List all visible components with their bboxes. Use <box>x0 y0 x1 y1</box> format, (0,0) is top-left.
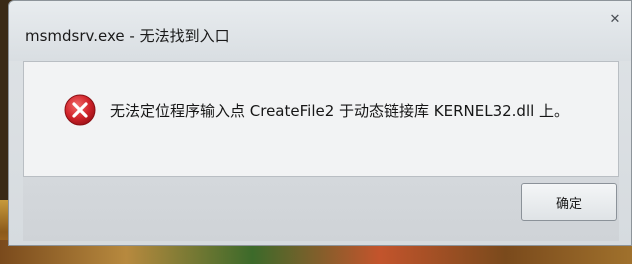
error-icon <box>64 94 96 126</box>
close-button[interactable]: ✕ <box>597 9 632 29</box>
error-dialog-window: msmdsrv.exe - 无法找到入口 ✕ 无法定位程序输入点 CreateF… <box>8 0 632 246</box>
dialog-footer: 确定 <box>23 177 619 241</box>
window-title: msmdsrv.exe - 无法找到入口 <box>25 27 230 45</box>
close-icon: ✕ <box>609 11 621 27</box>
error-message: 无法定位程序输入点 CreateFile2 于动态链接库 KERNEL32.dl… <box>110 102 570 120</box>
ok-button[interactable]: 确定 <box>521 183 617 221</box>
dialog-content: 无法定位程序输入点 CreateFile2 于动态链接库 KERNEL32.dl… <box>23 61 619 177</box>
title-bar[interactable]: msmdsrv.exe - 无法找到入口 ✕ <box>9 1 631 61</box>
